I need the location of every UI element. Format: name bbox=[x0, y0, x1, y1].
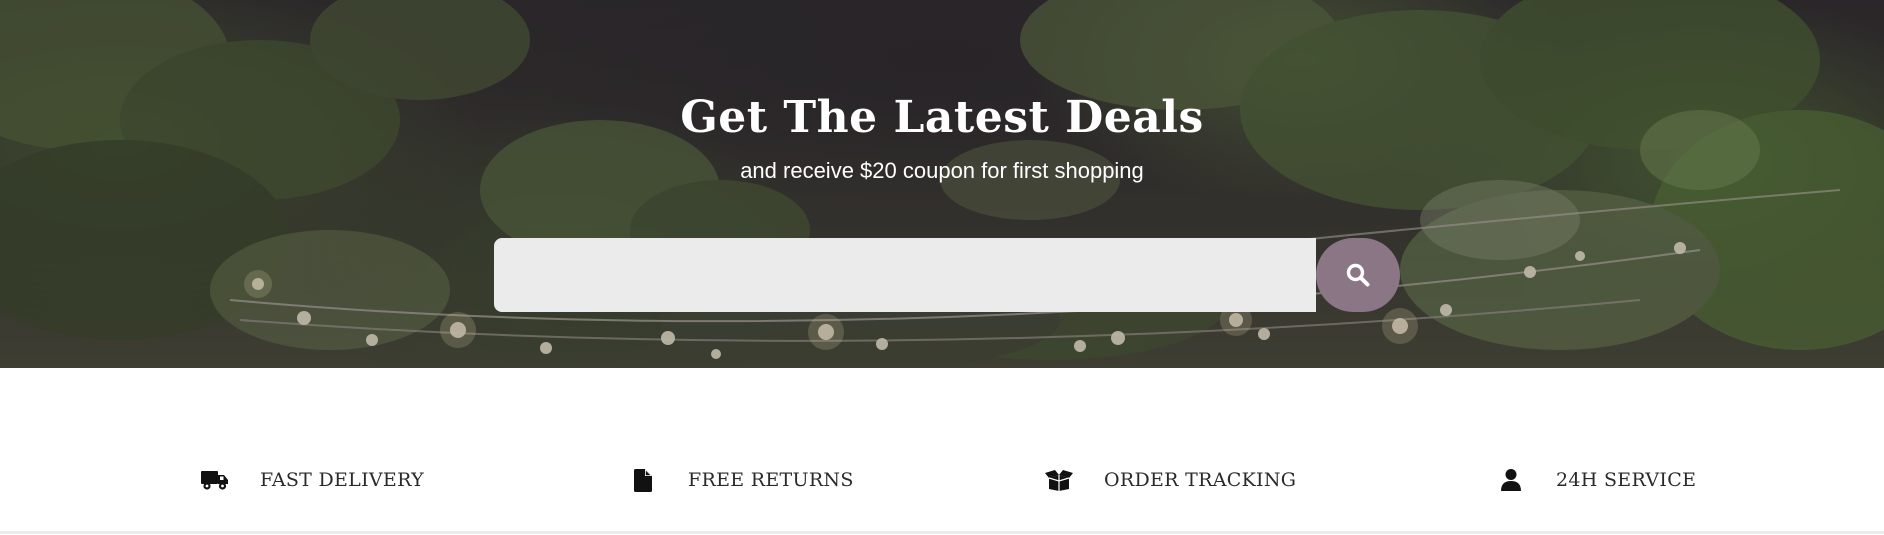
file-icon bbox=[628, 465, 658, 495]
section-divider bbox=[0, 531, 1884, 534]
hero-subtitle: and receive $20 coupon for first shoppin… bbox=[740, 158, 1144, 183]
feature-label: FAST DELIVERY bbox=[260, 469, 424, 491]
feature-order-tracking: ORDER TRACKING bbox=[1044, 458, 1296, 502]
feature-24h-service: 24H SERVICE bbox=[1496, 458, 1696, 502]
search-icon bbox=[1346, 263, 1370, 287]
page: Get The Latest Deals and receive $20 cou… bbox=[0, 0, 1884, 535]
search-button[interactable] bbox=[1316, 238, 1400, 312]
feature-fast-delivery: FAST DELIVERY bbox=[200, 458, 424, 502]
user-icon bbox=[1496, 465, 1526, 495]
hero-title: Get The Latest Deals bbox=[680, 92, 1204, 143]
feature-free-returns: FREE RETURNS bbox=[628, 458, 854, 502]
feature-label: ORDER TRACKING bbox=[1104, 469, 1297, 491]
feature-label: 24H SERVICE bbox=[1556, 469, 1697, 491]
open-box-icon bbox=[1044, 465, 1074, 495]
search-input[interactable] bbox=[494, 238, 1316, 312]
truck-icon bbox=[200, 465, 230, 495]
features-bar: FAST DELIVERY FREE RETURNS ORDER TRACKIN… bbox=[0, 368, 1884, 531]
hero-banner: Get The Latest Deals and receive $20 cou… bbox=[0, 0, 1884, 368]
feature-label: FREE RETURNS bbox=[688, 469, 854, 491]
